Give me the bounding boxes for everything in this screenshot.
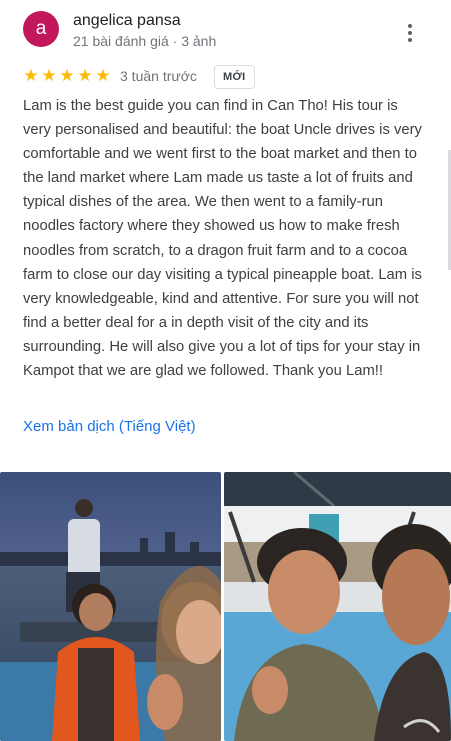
posted-time: 3 tuần trước xyxy=(120,68,197,84)
star-icon: ★ xyxy=(77,66,93,85)
reviewer-name[interactable]: angelica pansa xyxy=(73,12,181,30)
star-icon: ★ xyxy=(59,66,75,85)
review-card: a angelica pansa 21 bài đánh giá · 3 ảnh… xyxy=(0,0,451,741)
review-photo-selfie[interactable] xyxy=(224,472,451,741)
review-photo-boat-guide[interactable] xyxy=(0,472,221,741)
reviewer-meta: 21 bài đánh giá · 3 ảnh xyxy=(73,33,217,49)
more-vert-icon[interactable] xyxy=(398,21,422,45)
avatar[interactable]: a xyxy=(23,11,59,47)
star-rating: ★ ★ ★ ★ ★ xyxy=(23,67,111,85)
new-badge: MỚI xyxy=(214,65,255,89)
review-text: Lam is the best guide you can find in Ca… xyxy=(23,98,422,380)
star-icon: ★ xyxy=(23,66,39,85)
star-icon: ★ xyxy=(95,66,111,85)
translate-link[interactable]: Xem bản dịch (Tiếng Việt) xyxy=(23,418,196,435)
star-icon: ★ xyxy=(41,66,57,85)
